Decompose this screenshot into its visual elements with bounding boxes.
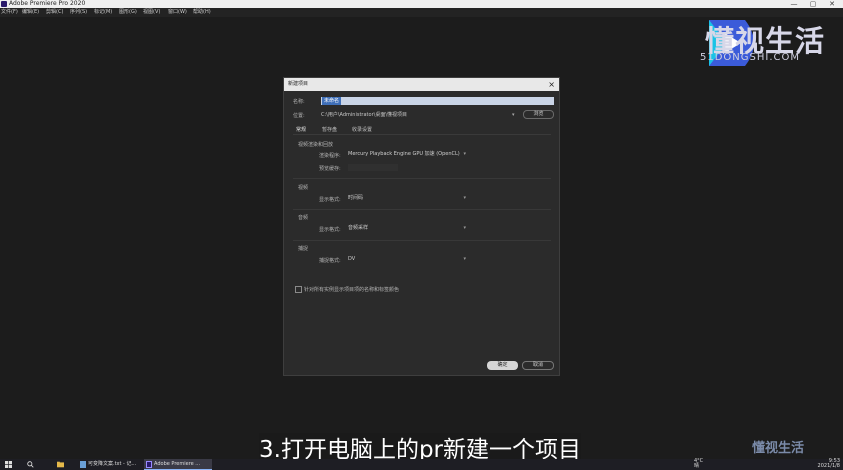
tab-scratch-disks[interactable]: 暂存盘 (322, 126, 337, 133)
file-explorer-icon[interactable] (57, 461, 64, 468)
corner-watermark: 懂视生活 (752, 441, 805, 456)
window-titlebar: Adobe Premiere Pro 2020 — ▢ ✕ (0, 0, 843, 8)
project-name-input[interactable]: 未命名 (321, 97, 554, 105)
renderer-section-title: 视频渲染和回放 (298, 142, 334, 148)
system-clock[interactable]: 9:53 2021/1/8 (818, 459, 840, 469)
premiere-taskbar-icon (146, 461, 152, 468)
audio-section-title: 音频 (298, 215, 309, 221)
tab-divider (293, 134, 551, 135)
video-display-select[interactable]: 时间码 ▾ (348, 195, 466, 202)
taskbar: 可变降文案.txt - 记... Adobe Premiere ... (0, 459, 843, 470)
video-display-value: 时间码 (348, 195, 364, 201)
menu-view[interactable]: 视图(V) (143, 8, 160, 17)
capture-format-label: 捕捉格式: (319, 258, 341, 264)
cancel-button[interactable]: 取消 (522, 361, 554, 370)
menu-clip[interactable]: 剪辑(C) (46, 8, 63, 17)
preview-cache-label: 预览缓存: (319, 166, 341, 172)
new-project-dialog: 新建项目 × 名称: 未命名 位置: C:\用户\Administrator\桌… (283, 77, 560, 376)
notepad-icon (80, 461, 86, 468)
premiere-app-icon (1, 1, 7, 7)
renderer-label: 渲染程序: (319, 153, 341, 159)
show-item-names-label: 针对所有实例显示项目项的名称和标签颜色 (304, 287, 400, 293)
video-display-label: 显示格式: (319, 197, 341, 203)
capture-format-select[interactable]: DV ▾ (348, 256, 466, 263)
audio-display-select[interactable]: 音频采样 ▾ (348, 225, 466, 232)
watermark-logo-subtitle: 51DONGSHI.COM (700, 52, 801, 63)
menu-graphics[interactable]: 图形(G) (119, 8, 137, 17)
weather-condition: 晴 (694, 463, 700, 469)
menu-file[interactable]: 文件(F) (1, 8, 18, 17)
renderer-select[interactable]: Mercury Playback Engine GPU 加速 (OpenCL) … (348, 151, 466, 158)
minimize-button[interactable]: — (787, 0, 801, 8)
audio-chevron-down-icon: ▾ (463, 225, 466, 231)
section-divider (293, 178, 551, 179)
taskbar-item-notepad[interactable]: 可变降文案.txt - 记... (78, 459, 142, 470)
close-window-button[interactable]: ✕ (825, 0, 839, 8)
menu-edit[interactable]: 编辑(E) (22, 8, 39, 17)
dialog-title: 新建项目 (288, 81, 309, 87)
location-chevron-down-icon[interactable]: ▾ (512, 111, 515, 119)
preview-cache-field (348, 164, 398, 171)
audio-display-value: 音频采样 (348, 225, 369, 231)
windows-start-icon[interactable] (5, 461, 12, 468)
tab-ingest-settings[interactable]: 收录设置 (352, 126, 372, 133)
browse-button[interactable]: 浏览 (523, 110, 554, 119)
search-icon[interactable] (27, 461, 34, 468)
menu-sequence[interactable]: 序列(S) (70, 8, 87, 17)
window-title: Adobe Premiere Pro 2020 (9, 0, 86, 7)
section-divider (293, 209, 551, 210)
video-section-title: 视频 (298, 185, 309, 191)
menu-help[interactable]: 帮助(H) (193, 8, 211, 17)
video-chevron-down-icon: ▾ (463, 195, 466, 201)
location-dropdown[interactable]: C:\用户\Administrator\桌面\懂视项目 (321, 111, 519, 119)
project-name-value: 未命名 (322, 97, 342, 105)
capture-format-value: DV (348, 256, 356, 262)
taskbar-item-premiere[interactable]: Adobe Premiere ... (144, 459, 212, 470)
menu-window[interactable]: 窗口(W) (168, 8, 187, 17)
show-item-names-checkbox[interactable] (295, 286, 302, 293)
clock-date: 2021/1/8 (817, 463, 840, 469)
menu-marker[interactable]: 标记(M) (94, 8, 112, 17)
name-label: 名称: (293, 99, 305, 105)
dialog-close-icon[interactable]: × (548, 78, 555, 91)
ok-button[interactable]: 确定 (487, 361, 518, 370)
audio-display-label: 显示格式: (319, 227, 341, 233)
dialog-titlebar: 新建项目 × (284, 78, 559, 91)
section-divider (293, 240, 551, 241)
location-label: 位置: (293, 113, 305, 119)
maximize-button[interactable]: ▢ (806, 0, 820, 8)
capture-chevron-down-icon: ▾ (463, 256, 466, 262)
renderer-chevron-down-icon: ▾ (463, 151, 466, 157)
weather-widget[interactable]: 4°C 晴 (694, 459, 703, 469)
renderer-value: Mercury Playback Engine GPU 加速 (OpenCL) (348, 151, 460, 157)
capture-section-title: 捕捉 (298, 246, 309, 252)
